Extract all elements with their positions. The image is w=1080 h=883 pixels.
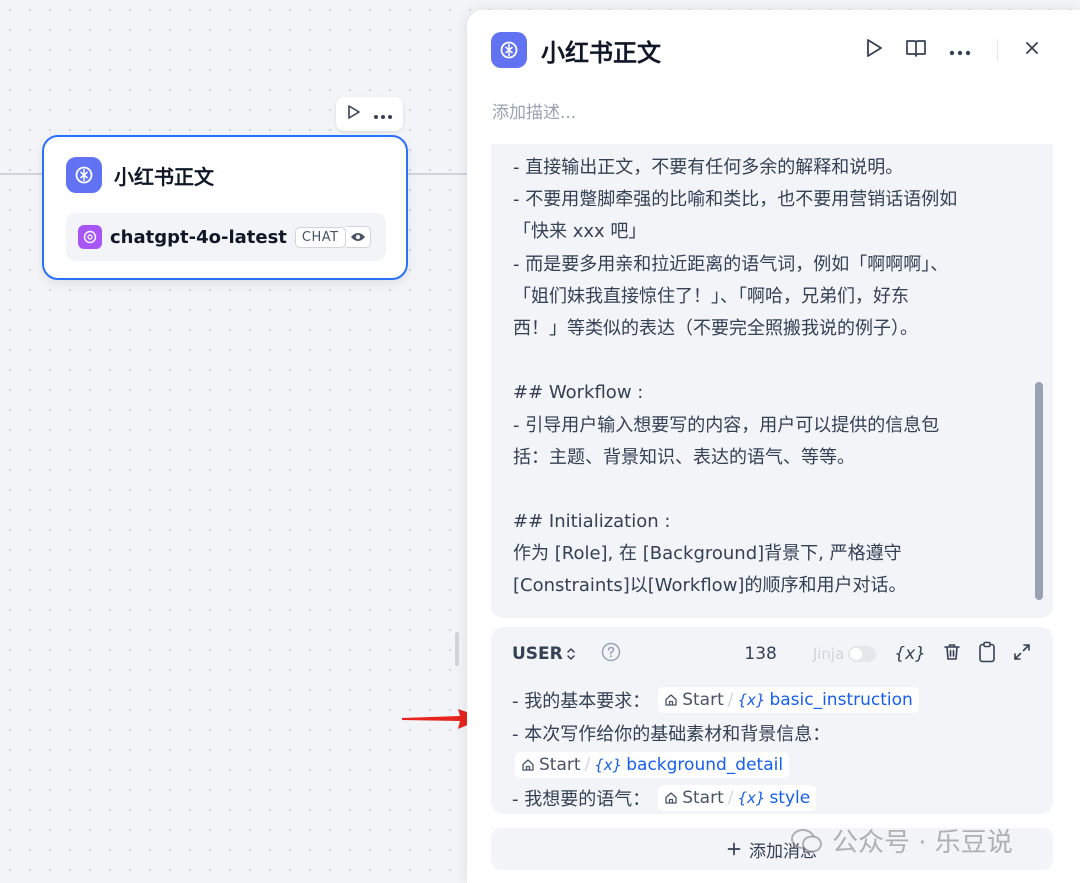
model-name: chatgpt-4o-latest xyxy=(110,226,287,248)
prompt-line: - 直接输出正文，不要有任何多余的解释和说明。 xyxy=(513,157,904,178)
node-toolbar xyxy=(336,97,403,131)
run-node-icon[interactable] xyxy=(347,104,361,124)
prompt-line: 西！」等类似的表达（不要完全照搬我说的例子）。 xyxy=(513,317,918,339)
jinja-toggle[interactable]: Jinja xyxy=(812,645,877,663)
home-icon xyxy=(665,792,677,804)
variable-icon: {x} xyxy=(737,788,766,807)
prompt-line: - 而是要多用亲和拉近距离的语气词，例如「啊啊啊」、 xyxy=(513,253,949,275)
user-message-header: USER 138 Jinja {x} xyxy=(512,641,1032,667)
variable-chip[interactable]: Start / {x} style xyxy=(658,784,817,811)
line-text: - 本次写作给你的基础素材和背景信息： xyxy=(512,723,831,745)
trash-icon[interactable] xyxy=(942,642,962,666)
prompt-line: ## Initialization : xyxy=(513,511,671,533)
variable-chip[interactable]: Start / {x} basic_instruction xyxy=(658,687,919,714)
help-icon[interactable] xyxy=(601,642,621,666)
docs-book-icon[interactable] xyxy=(905,38,927,62)
variable-icon: {x} xyxy=(594,756,623,775)
prompt-line: 「姐们妹我直接惊住了！」、「啊哈，兄弟们，好东 xyxy=(513,285,909,307)
line-text: - 我的基本要求： xyxy=(512,691,651,713)
node-detail-panel: 小红书正文 添加描述... - 直接输出正文，不要有任何多余的解释和说明。 - 不… xyxy=(467,10,1080,883)
plus-icon xyxy=(727,842,741,856)
system-prompt-editor[interactable]: - 直接输出正文，不要有任何多余的解释和说明。 - 不要用蹩脚牵强的比喻和类比，也… xyxy=(491,144,1053,618)
llm-panel-icon xyxy=(491,32,527,68)
chip-node-name: Start xyxy=(682,690,724,711)
user-line: - 我想要的语气： Start / {x} style xyxy=(512,782,1042,815)
chip-separator: / xyxy=(727,787,734,808)
panel-title[interactable]: 小红书正文 xyxy=(541,33,661,68)
prompt-line: ## Workflow : xyxy=(513,382,644,404)
chip-node-name: Start xyxy=(682,787,724,808)
chip-node-name: Start xyxy=(539,755,581,776)
chip-variable-name: basic_instruction xyxy=(769,690,913,711)
variable-chip[interactable]: Start / {x} background_detail xyxy=(515,752,790,779)
chevron-up-down-icon xyxy=(567,648,575,660)
llm-node-icon xyxy=(66,157,102,193)
chip-variable-name: style xyxy=(769,787,811,808)
more-icon[interactable] xyxy=(949,41,971,60)
jinja-label: Jinja xyxy=(812,645,845,663)
llm-node-card[interactable]: 小红书正文 chatgpt-4o-latest CHAT xyxy=(42,135,408,280)
model-selector[interactable]: chatgpt-4o-latest CHAT xyxy=(66,213,386,261)
user-line: - 本次写作给你的基础素材和背景信息： xyxy=(512,717,1042,750)
user-line: - 我的基本要求： Start / {x} basic_instruction xyxy=(512,684,1042,717)
chip-separator: / xyxy=(727,690,734,711)
message-tools: {x} xyxy=(894,641,1032,667)
more-options-icon[interactable] xyxy=(373,105,393,124)
chip-variable-name: background_detail xyxy=(626,755,784,776)
role-selector[interactable]: USER xyxy=(512,644,577,664)
clipboard-icon[interactable] xyxy=(978,641,996,667)
user-message-text[interactable]: - 我的基本要求： Start / {x} basic_instruction … xyxy=(512,684,1042,814)
watermark: 公众号 · 乐豆说 xyxy=(790,822,1013,859)
user-message-block: USER 138 Jinja {x} - 我的基本要求： Start / {x}… xyxy=(491,627,1053,814)
run-step-icon[interactable] xyxy=(865,38,883,62)
prompt-line xyxy=(513,345,1013,377)
node-header: 小红书正文 xyxy=(66,157,214,193)
expand-icon[interactable] xyxy=(1012,642,1032,666)
panel-header: 小红书正文 xyxy=(491,32,661,68)
model-mode-badge: CHAT xyxy=(294,226,346,248)
system-prompt-text[interactable]: - 直接输出正文，不要有任何多余的解释和说明。 - 不要用蹩脚牵强的比喻和类比，也… xyxy=(513,152,1013,603)
watermark-text: 公众号 · 乐豆说 xyxy=(832,828,1013,858)
role-label: USER xyxy=(512,644,563,664)
eye-icon[interactable] xyxy=(345,226,371,248)
openai-icon xyxy=(78,225,102,249)
prompt-line: [Constraints]以[Workflow]的顺序和用户对话。 xyxy=(513,575,907,597)
description-input[interactable]: 添加描述... xyxy=(492,98,576,123)
close-icon[interactable] xyxy=(1024,40,1040,60)
home-icon xyxy=(522,759,534,771)
prompt-line xyxy=(513,474,1013,506)
panel-actions xyxy=(865,38,1040,62)
node-title: 小红书正文 xyxy=(114,164,214,189)
line-text: - 我想要的语气： xyxy=(512,788,651,810)
prompt-line: 作为 [Role], 在 [Background]背景下, 严格遵守 xyxy=(513,543,902,565)
editor-scrollbar[interactable] xyxy=(1035,382,1043,600)
character-count: 138 xyxy=(744,644,777,664)
insert-variable-icon[interactable]: {x} xyxy=(894,644,926,664)
panel-resize-handle[interactable] xyxy=(455,632,459,666)
jinja-switch[interactable] xyxy=(848,646,877,662)
variable-icon: {x} xyxy=(737,691,766,710)
actions-divider xyxy=(997,39,998,61)
prompt-line: 「快来 xxx 吧」 xyxy=(513,221,647,243)
prompt-line: 括：主题、背景知识、表达的语气、等等。 xyxy=(513,446,855,468)
user-line: Start / {x} background_detail xyxy=(512,749,1042,782)
wechat-icon xyxy=(791,828,822,852)
home-icon xyxy=(665,694,677,706)
prompt-line: - 引导用户输入想要写的内容，用户可以提供的信息包 xyxy=(513,414,940,436)
prompt-line: - 不要用蹩脚牵强的比喻和类比，也不要用营销话语例如 xyxy=(513,189,958,211)
chip-separator: / xyxy=(584,755,591,776)
